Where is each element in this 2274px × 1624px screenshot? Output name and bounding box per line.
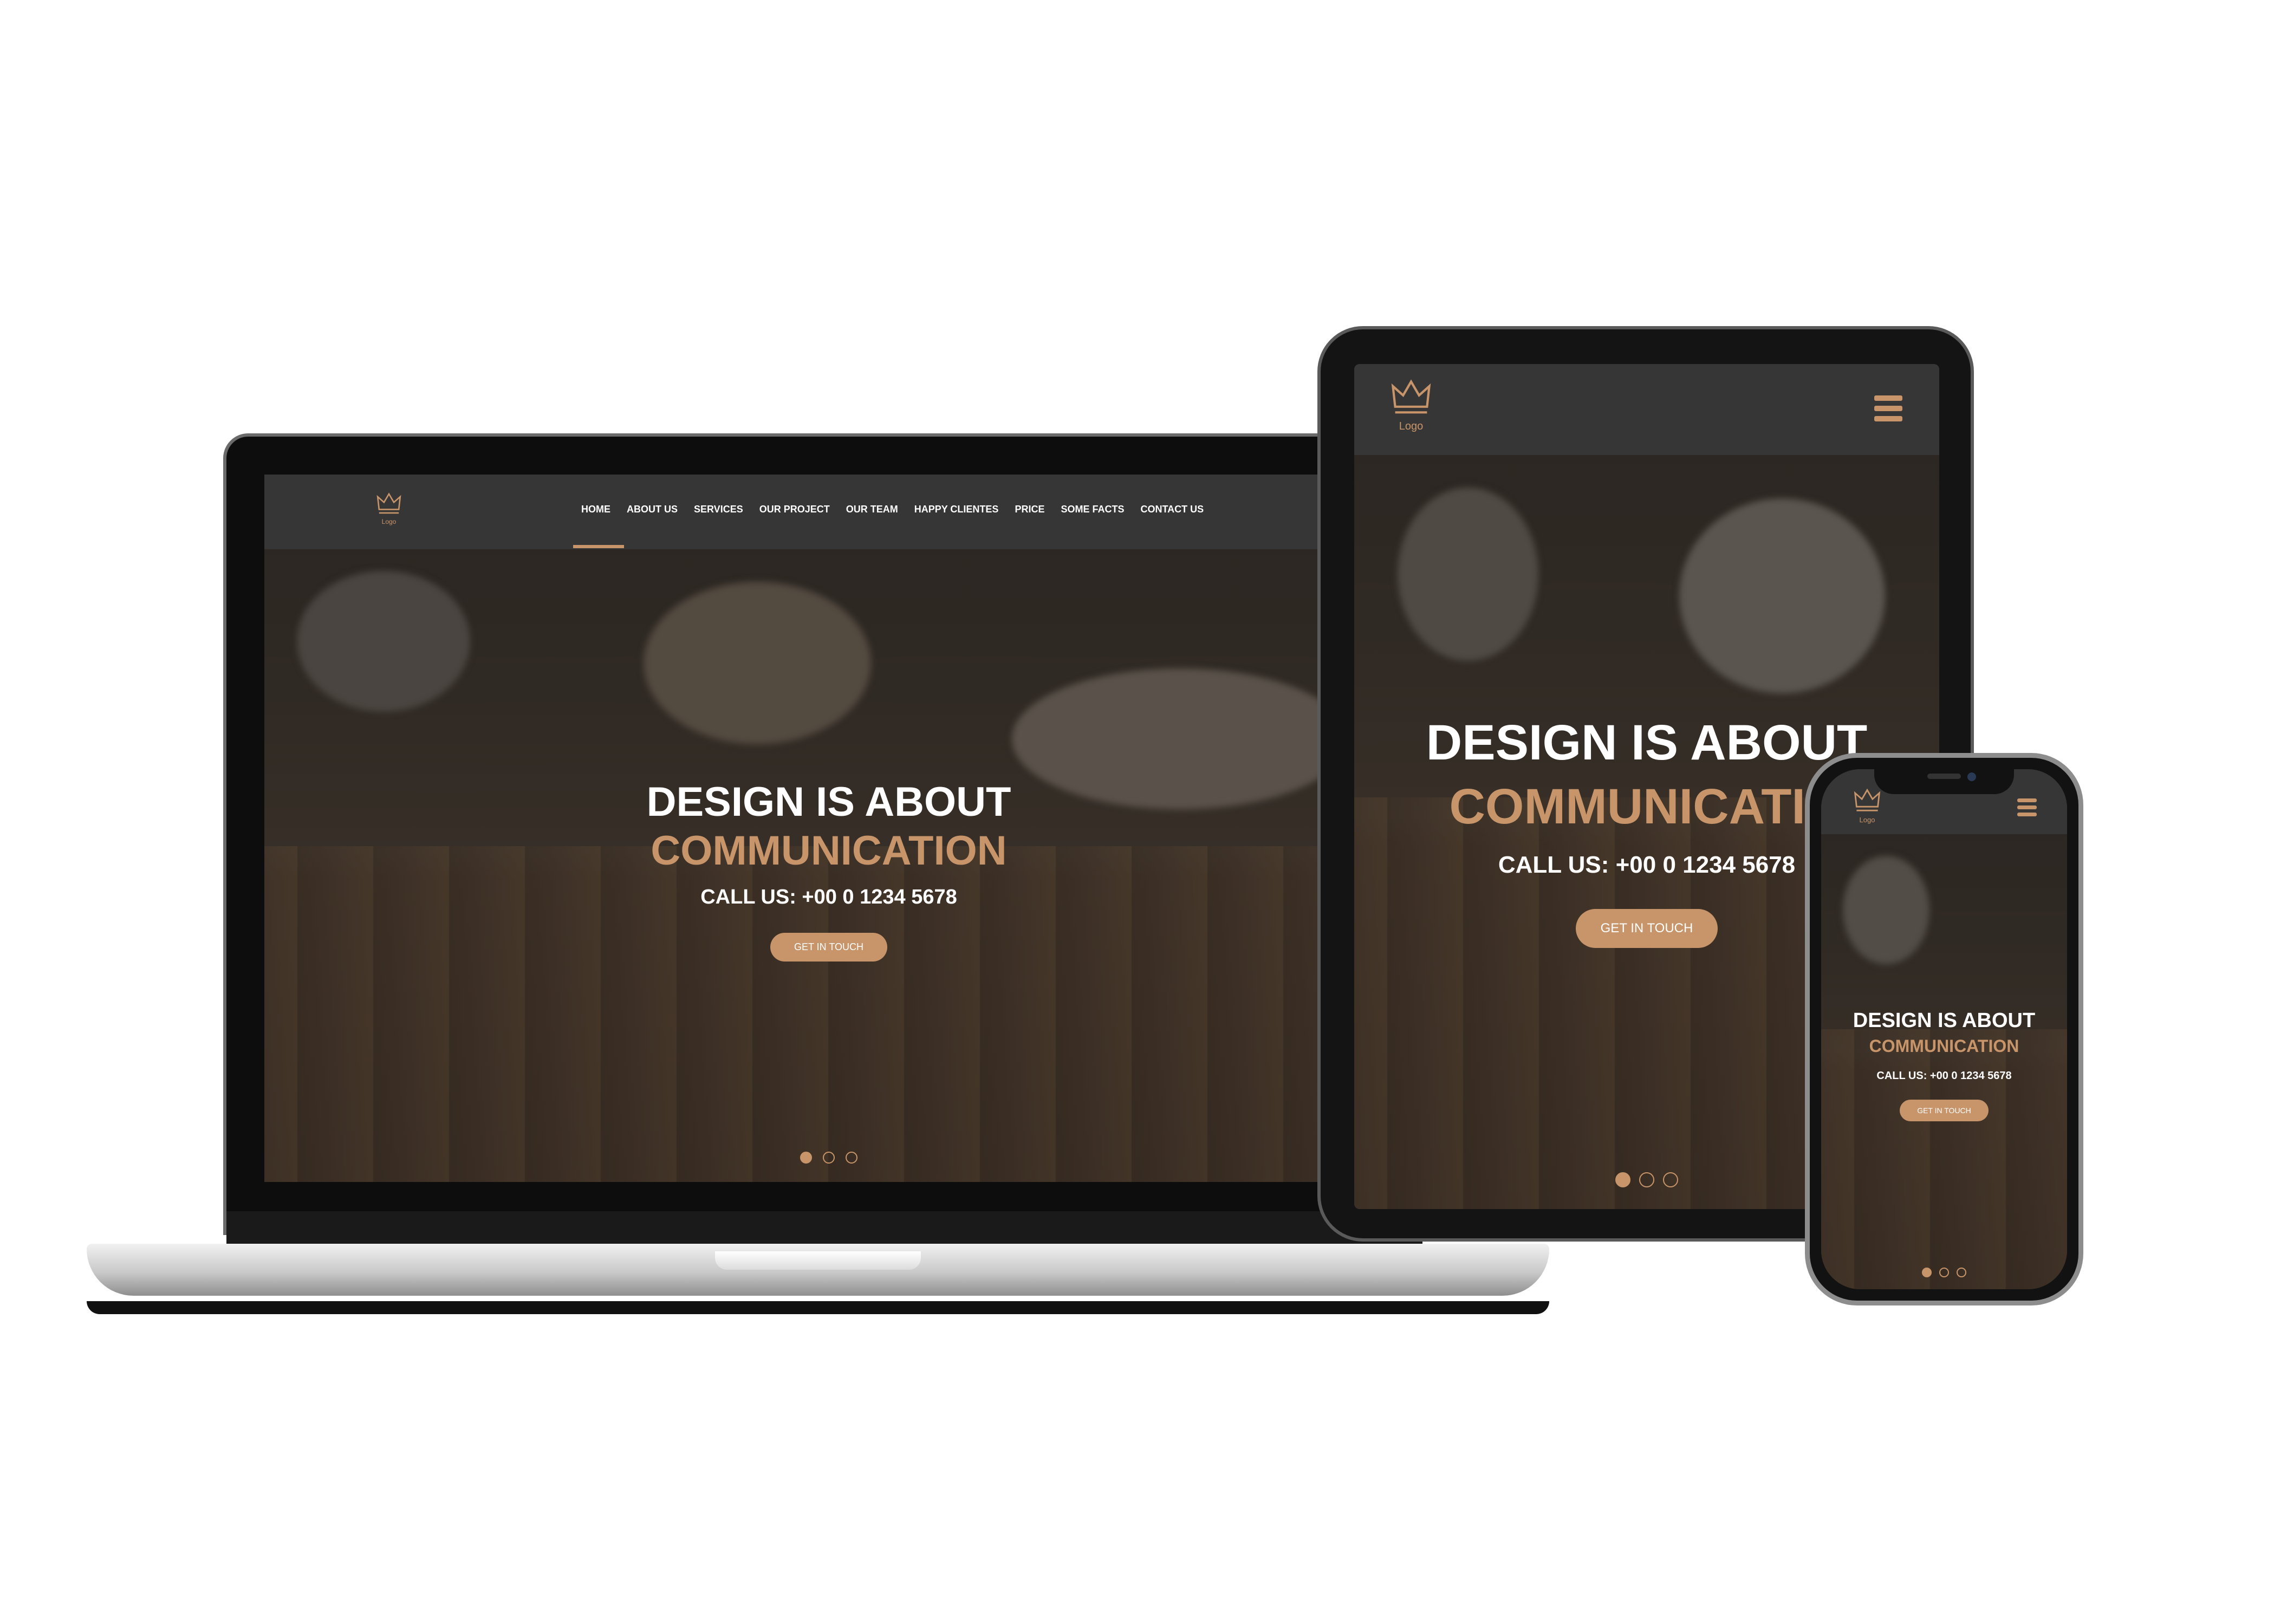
hamburger-bar — [2017, 813, 2037, 816]
slider-dot[interactable] — [1663, 1172, 1679, 1187]
logo[interactable]: Logo — [1387, 375, 1435, 433]
hamburger-bar — [1874, 406, 1902, 411]
slider-dot[interactable] — [1615, 1172, 1630, 1187]
hero-subheading: COMMUNICATION — [1869, 1036, 2019, 1056]
hero-heading: DESIGN IS ABOUT — [646, 779, 1011, 825]
hamburger-icon[interactable] — [1874, 395, 1902, 421]
blur-shape — [297, 571, 470, 712]
hamburger-bar — [2017, 798, 2037, 802]
blur-shape — [644, 582, 871, 744]
hero-heading: DESIGN IS ABOUT — [1853, 1009, 2036, 1032]
slider-dot[interactable] — [1921, 1268, 1932, 1277]
slider-dots — [1821, 1268, 2067, 1280]
nav-item-price[interactable]: PRICE — [1015, 504, 1044, 515]
hamburger-bar — [2017, 805, 2037, 809]
laptop-site: Logo HOME ABOUT US SERVICES OUR PROJECT … — [264, 475, 1393, 1182]
nav-item-home[interactable]: HOME — [581, 504, 610, 515]
slider-dot[interactable] — [800, 1152, 812, 1164]
laptop-shadow — [87, 1301, 1549, 1314]
site-header: Logo — [1354, 364, 1939, 455]
logo-text: Logo — [1399, 420, 1424, 432]
slider-dot[interactable] — [1939, 1268, 1949, 1277]
crown-icon — [1391, 379, 1431, 414]
hero-content: DESIGN IS ABOUT COMMUNICATION CALL US: +… — [264, 778, 1393, 962]
nav-item-about-us[interactable]: ABOUT US — [627, 504, 678, 515]
phone-speaker — [1927, 774, 1961, 779]
hero-subheading: COMMUNICATION — [651, 828, 1007, 874]
main-nav: HOME ABOUT US SERVICES OUR PROJECT OUR T… — [581, 504, 1204, 515]
nav-item-our-project[interactable]: OUR PROJECT — [759, 504, 830, 515]
slider-dot[interactable] — [846, 1152, 858, 1164]
crown-icon — [1854, 788, 1881, 811]
logo[interactable]: Logo — [1848, 785, 1886, 824]
logo-text: Logo — [1859, 816, 1875, 824]
logo-text: Logo — [381, 518, 397, 525]
blur-shape — [1679, 498, 1885, 693]
phone-screen: Logo DESIGN IS ABOUT COMMUNICATION CALL … — [1821, 769, 2067, 1289]
get-in-touch-button[interactable]: GET IN TOUCH — [770, 933, 888, 962]
blur-shape — [1398, 488, 1538, 661]
hamburger-bar — [1874, 416, 1902, 421]
nav-item-contact-us[interactable]: CONTACT US — [1140, 504, 1204, 515]
laptop-hinge — [226, 1211, 1422, 1245]
site-header: Logo HOME ABOUT US SERVICES OUR PROJECT … — [264, 475, 1393, 549]
nav-item-our-team[interactable]: OUR TEAM — [846, 504, 898, 515]
nav-item-happy-clientes[interactable]: HAPPY CLIENTES — [914, 504, 999, 515]
phone-site: Logo DESIGN IS ABOUT COMMUNICATION CALL … — [1821, 769, 2067, 1289]
get-in-touch-button[interactable]: GET IN TOUCH — [1575, 909, 1718, 948]
phone-notch — [1874, 765, 2014, 794]
get-in-touch-button[interactable]: GET IN TOUCH — [1900, 1100, 1989, 1121]
laptop-screen: Logo HOME ABOUT US SERVICES OUR PROJECT … — [264, 475, 1393, 1182]
blur-shape — [1843, 856, 1929, 964]
nav-item-some-facts[interactable]: SOME FACTS — [1061, 504, 1124, 515]
slider-dots — [264, 1152, 1393, 1166]
slider-dot[interactable] — [823, 1152, 835, 1164]
hamburger-bar — [1874, 395, 1902, 401]
slider-dot[interactable] — [1957, 1268, 1967, 1277]
crown-icon — [376, 492, 401, 514]
nav-item-services[interactable]: SERVICES — [694, 504, 743, 515]
laptop-trackpad-notch — [715, 1251, 921, 1270]
phone-camera — [1967, 772, 1976, 781]
hero-content: DESIGN IS ABOUT COMMUNICATION CALL US: +… — [1821, 1008, 2067, 1121]
logo[interactable]: Logo — [373, 490, 405, 525]
hero-phone: CALL US: +00 0 1234 5678 — [1876, 1070, 2012, 1082]
hero-phone: CALL US: +00 0 1234 5678 — [700, 886, 957, 908]
hamburger-icon[interactable] — [2017, 798, 2037, 816]
nav-active-indicator — [573, 545, 624, 548]
slider-dot[interactable] — [1639, 1172, 1654, 1187]
